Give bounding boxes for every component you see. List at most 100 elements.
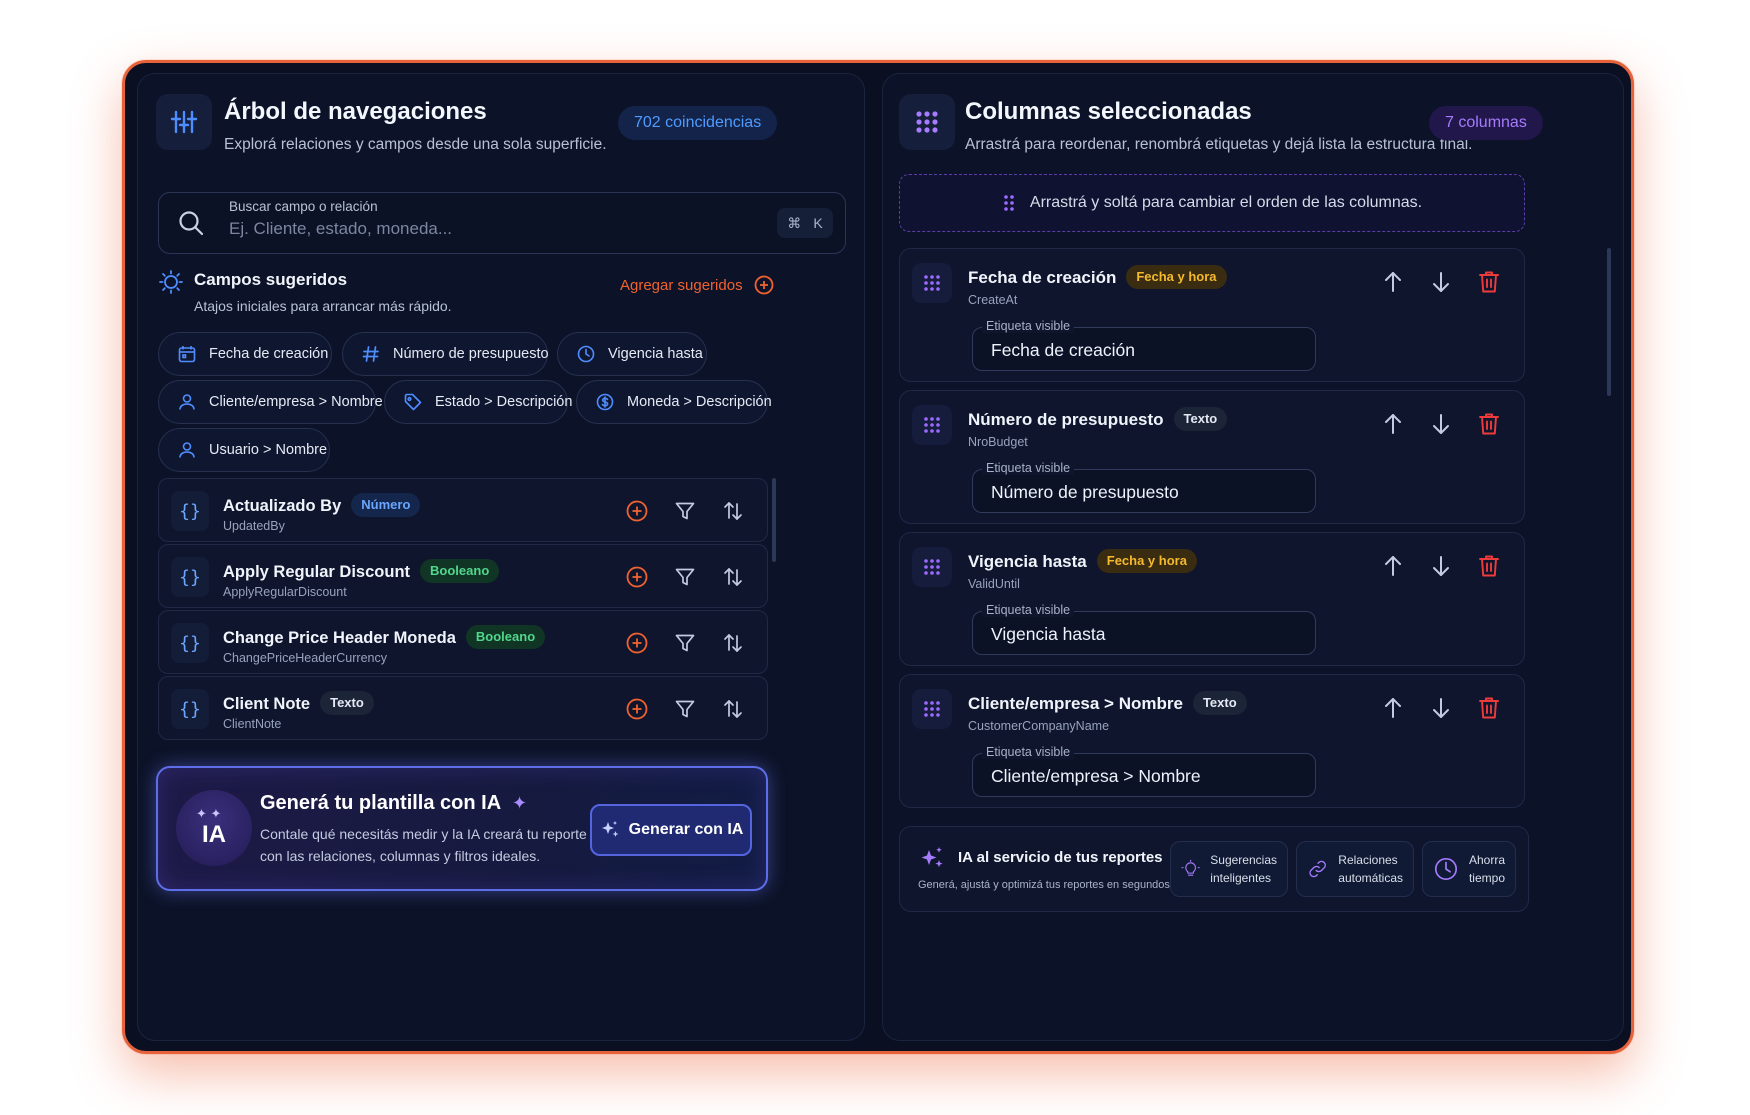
trash-icon[interactable] bbox=[1476, 269, 1502, 295]
lightbulb-icon bbox=[159, 270, 183, 294]
column-card-numero-presupuesto[interactable]: Número de presupuesto Texto NroBudget Eti… bbox=[899, 390, 1525, 524]
column-key: ValidUntil bbox=[968, 577, 1020, 591]
chip-moneda-descripcion[interactable]: Moneda > Descripción bbox=[576, 380, 772, 424]
column-count-badge: 7 columnas bbox=[1429, 106, 1543, 140]
braces-icon: {} bbox=[171, 557, 209, 597]
sparkles-icon bbox=[921, 847, 943, 868]
add-suggested-button[interactable]: Agregar sugeridos bbox=[620, 274, 775, 296]
page-title: Árbol de navegaciones bbox=[224, 98, 487, 125]
field-row-apply-regular-discount[interactable]: {} Apply Regular Discount Booleano ApplyR… bbox=[158, 544, 768, 608]
promo-tile-line1: Relaciones bbox=[1338, 853, 1398, 867]
field-key: ChangePriceHeaderCurrency bbox=[223, 651, 387, 665]
move-down-icon[interactable] bbox=[1428, 695, 1454, 721]
trash-icon[interactable] bbox=[1476, 411, 1502, 437]
column-name: Fecha de creación Fecha y hora bbox=[968, 265, 1227, 289]
move-up-icon[interactable] bbox=[1380, 411, 1406, 437]
trash-icon[interactable] bbox=[1476, 695, 1502, 721]
filter-icon[interactable] bbox=[673, 499, 697, 523]
type-badge: Fecha y hora bbox=[1096, 549, 1197, 573]
chip-vigencia-hasta[interactable]: Vigencia hasta bbox=[557, 332, 707, 376]
field-name: Apply Regular Discount Booleano bbox=[223, 559, 500, 583]
type-badge: Texto bbox=[320, 691, 374, 715]
promo-tile-time: Ahorra tiempo bbox=[1422, 841, 1516, 897]
drop-zone[interactable]: Arrastrá y soltá para cambiar el orden d… bbox=[899, 174, 1525, 232]
braces-icon: {} bbox=[171, 623, 209, 663]
field-name: Change Price Header Moneda Booleano bbox=[223, 625, 546, 649]
move-down-icon[interactable] bbox=[1428, 269, 1454, 295]
add-field-icon[interactable] bbox=[625, 697, 649, 721]
field-key: ClientNote bbox=[223, 717, 282, 731]
add-field-icon[interactable] bbox=[625, 499, 649, 523]
sort-icon[interactable] bbox=[721, 631, 745, 655]
promo-tile-line2: inteligentes bbox=[1210, 871, 1271, 885]
type-badge: Fecha y hora bbox=[1126, 265, 1227, 289]
column-card-vigencia-hasta[interactable]: Vigencia hasta Fecha y hora ValidUntil Et… bbox=[899, 532, 1525, 666]
drag-handle-icon[interactable] bbox=[912, 547, 952, 587]
add-field-icon[interactable] bbox=[625, 565, 649, 589]
field-row-client-note[interactable]: {} Client Note Texto ClientNote bbox=[158, 676, 768, 740]
promo-tile-line2: tiempo bbox=[1468, 871, 1505, 885]
move-down-icon[interactable] bbox=[1428, 553, 1454, 579]
ai-card-desc-2: con las relaciones, columnas y filtros i… bbox=[260, 848, 541, 864]
drag-handle-icon bbox=[1004, 195, 1014, 211]
type-badge: Texto bbox=[1192, 691, 1247, 715]
columns-scrollbar[interactable] bbox=[1607, 248, 1611, 396]
column-card-cliente-empresa[interactable]: Cliente/empresa > Nombre Texto CustomerCo… bbox=[899, 674, 1525, 808]
chip-fecha-creacion[interactable]: Fecha de creación bbox=[158, 332, 332, 376]
add-field-icon[interactable] bbox=[625, 631, 649, 655]
sparkles-icon bbox=[601, 821, 619, 837]
add-suggested-label: Agregar sugeridos bbox=[620, 276, 743, 294]
visible-label-caption: Etiqueta visible bbox=[982, 319, 1075, 333]
page-subtitle: Explorá relaciones y campos desde una so… bbox=[224, 136, 607, 153]
visible-label-input[interactable]: Vigencia hasta bbox=[972, 611, 1316, 655]
move-up-icon[interactable] bbox=[1380, 269, 1406, 295]
fields-scrollbar[interactable] bbox=[772, 478, 776, 562]
keyboard-shortcut: ⌘ K bbox=[777, 208, 833, 238]
move-up-icon[interactable] bbox=[1380, 553, 1406, 579]
filter-icon[interactable] bbox=[673, 631, 697, 655]
chip-label: Usuario > Nombre bbox=[209, 442, 328, 458]
chip-cliente-empresa[interactable]: Cliente/empresa > Nombre bbox=[158, 380, 383, 424]
chip-estado-descripcion[interactable]: Estado > Descripción bbox=[384, 380, 572, 424]
user-icon bbox=[179, 442, 195, 458]
sparkle-icon: ✦ ✦ bbox=[196, 806, 222, 821]
ai-promo-bar: IA al servicio de tus reportes Generá, a… bbox=[899, 826, 1529, 912]
field-row-updated-by[interactable]: {} Actualizado By Número UpdatedBy bbox=[158, 478, 768, 542]
promo-tile-line2: automáticas bbox=[1338, 871, 1403, 885]
column-card-fecha-creacion[interactable]: Fecha de creación Fecha y hora CreateAt E… bbox=[899, 248, 1525, 382]
visible-label-input[interactable]: Cliente/empresa > Nombre bbox=[972, 753, 1316, 797]
plus-circle-icon bbox=[754, 275, 773, 295]
column-name: Número de presupuesto Texto bbox=[968, 407, 1228, 431]
tree-icon bbox=[156, 94, 212, 150]
trash-icon[interactable] bbox=[1476, 553, 1502, 579]
filter-icon[interactable] bbox=[673, 565, 697, 589]
drag-handle-icon[interactable] bbox=[912, 405, 952, 445]
sort-icon[interactable] bbox=[721, 697, 745, 721]
search-box[interactable]: Buscar campo o relación Ej. Cliente, est… bbox=[158, 192, 846, 254]
promo-subtitle: Generá, ajustá y optimizá tus reportes e… bbox=[918, 879, 1173, 891]
chip-usuario-nombre[interactable]: Usuario > Nombre bbox=[158, 428, 330, 472]
type-badge: Número bbox=[351, 493, 421, 517]
chip-label: Número de presupuesto bbox=[393, 346, 549, 362]
drag-handle-icon[interactable] bbox=[912, 263, 952, 303]
promo-tile-suggestions: Sugerencias inteligentes bbox=[1170, 841, 1288, 897]
suggested-subtitle: Atajos iniciales para arrancar más rápid… bbox=[194, 298, 452, 314]
generate-button-label: Generar con IA bbox=[628, 821, 744, 838]
search-input[interactable]: Ej. Cliente, estado, moneda... bbox=[229, 219, 452, 239]
chip-numero-presupuesto[interactable]: Número de presupuesto bbox=[342, 332, 549, 376]
type-badge: Booleano bbox=[465, 625, 546, 649]
visible-label-input[interactable]: Número de presupuesto bbox=[972, 469, 1316, 513]
sparkle-icon: ✦ bbox=[511, 793, 528, 813]
visible-label-input[interactable]: Fecha de creación bbox=[972, 327, 1316, 371]
sort-icon[interactable] bbox=[721, 499, 745, 523]
sort-icon[interactable] bbox=[721, 565, 745, 589]
move-up-icon[interactable] bbox=[1380, 695, 1406, 721]
columns-title: Columnas seleccionadas bbox=[965, 98, 1252, 125]
generate-with-ai-button[interactable]: Generar con IA bbox=[590, 804, 752, 856]
drag-handle-icon[interactable] bbox=[912, 689, 952, 729]
field-row-change-price-header[interactable]: {} Change Price Header Moneda Booleano Ch… bbox=[158, 610, 768, 674]
move-down-icon[interactable] bbox=[1428, 411, 1454, 437]
filter-icon[interactable] bbox=[673, 697, 697, 721]
type-badge: Booleano bbox=[420, 559, 500, 583]
ai-card-title: Generá tu plantilla con IA ✦ bbox=[260, 792, 528, 814]
